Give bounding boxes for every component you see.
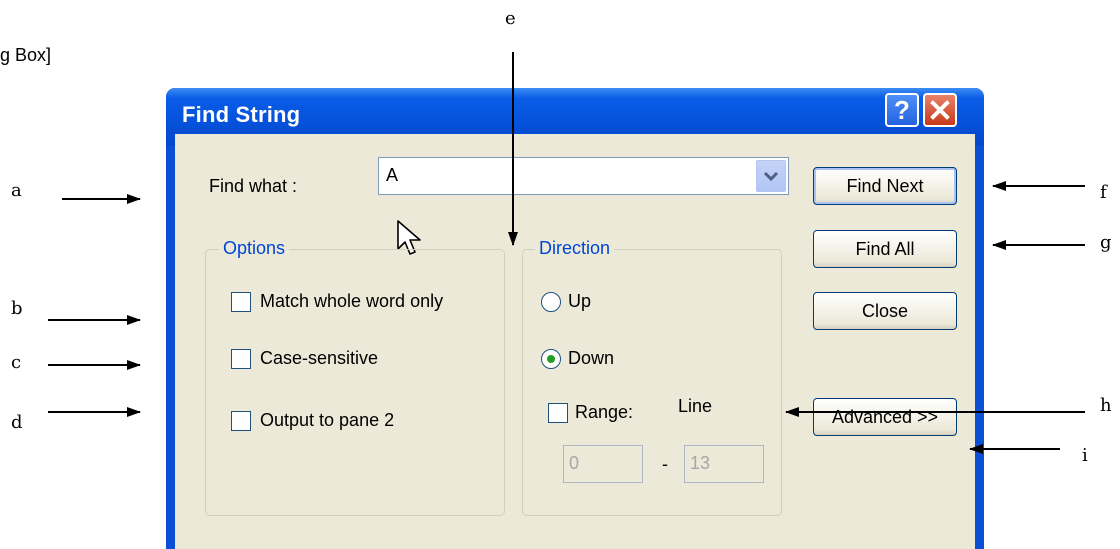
range-checkbox[interactable]: [548, 403, 568, 423]
advanced-button[interactable]: Advanced >>: [813, 398, 957, 436]
match-whole-word-checkbox[interactable]: [231, 292, 251, 312]
chevron-down-icon: [763, 171, 779, 182]
output-to-pane2-checkbox[interactable]: [231, 411, 251, 431]
direction-up-radio[interactable]: [541, 292, 561, 312]
close-button[interactable]: Close: [813, 292, 957, 330]
case-sensitive-checkbox[interactable]: [231, 349, 251, 369]
case-sensitive-label[interactable]: Case-sensitive: [260, 348, 378, 369]
find-what-combobox[interactable]: A: [378, 157, 789, 195]
dialog-title: Find String: [182, 102, 301, 127]
find-string-dialog: Find String ? × Find what : A Op: [166, 88, 984, 549]
range-label[interactable]: Range:: [575, 402, 633, 423]
radio-selected-dot: [547, 355, 555, 363]
callout-label-b: b: [11, 298, 23, 319]
figure-caption: g Box]: [0, 45, 52, 65]
find-what-label: Find what :: [209, 176, 298, 196]
help-button[interactable]: ?: [885, 93, 919, 127]
range-separator: -: [662, 454, 668, 474]
dialog-client-area: Find what : A Options Match whole word o…: [175, 134, 975, 549]
direction-title: Direction: [535, 238, 615, 259]
callout-label-g: g: [1100, 232, 1112, 253]
range-to-field[interactable]: 13: [684, 445, 764, 483]
range-from-field[interactable]: 0: [563, 445, 643, 483]
line-label: Line: [678, 396, 713, 416]
close-window-button[interactable]: ×: [923, 93, 957, 127]
direction-down-radio[interactable]: [541, 349, 561, 369]
callout-label-d: d: [11, 412, 23, 433]
find-next-button[interactable]: Find Next: [813, 167, 957, 205]
match-whole-word-label[interactable]: Match whole word only: [260, 291, 443, 312]
direction-down-label[interactable]: Down: [568, 348, 614, 369]
output-to-pane2-label[interactable]: Output to pane 2: [260, 410, 394, 431]
callout-label-f: f: [1100, 182, 1107, 203]
callout-label-h: h: [1100, 395, 1112, 416]
options-title: Options: [219, 238, 290, 259]
close-icon: [930, 100, 950, 120]
find-what-value: A: [386, 165, 399, 185]
find-all-button[interactable]: Find All: [813, 230, 957, 268]
combo-dropdown-button[interactable]: [756, 160, 786, 192]
help-icon: ?: [894, 95, 910, 125]
options-groupbox: [205, 249, 505, 516]
callout-label-a: a: [11, 180, 22, 201]
callout-label-e: e: [505, 8, 516, 29]
callout-label-c: c: [11, 352, 22, 373]
direction-up-label[interactable]: Up: [568, 291, 591, 312]
callout-label-i: i: [1082, 445, 1088, 466]
